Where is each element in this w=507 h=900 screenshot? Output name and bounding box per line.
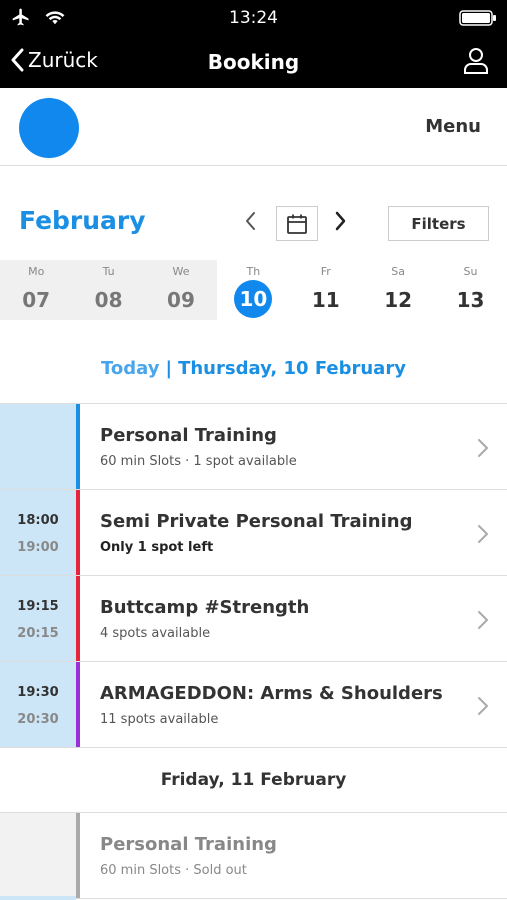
class-time <box>0 404 76 489</box>
calendar-icon <box>287 214 307 234</box>
day-of-week: We <box>172 265 190 278</box>
row-chevron <box>477 524 489 548</box>
day-number: 11 <box>311 288 340 312</box>
day-section-title: Friday, 11 February <box>160 770 347 790</box>
class-time: 19:15 20:15 <box>0 576 76 661</box>
class-time: 18:00 19:00 <box>0 490 76 575</box>
calendar-button[interactable] <box>276 206 318 241</box>
day-number: 09 <box>167 288 195 312</box>
class-name: ARMAGEDDON: Arms & Shoulders <box>100 683 443 704</box>
day-of-week: Th <box>246 265 261 278</box>
menu-button[interactable]: Menu <box>425 116 481 137</box>
day-number: 07 <box>22 288 51 312</box>
week-strip: Mo 07 Tu 08 We 09 Th 10 Fr 11 Sa 12 Su 13 <box>0 260 507 320</box>
date-separator: | <box>165 358 173 379</box>
end-time: 20:30 <box>17 712 59 727</box>
class-color-stripe <box>76 576 80 661</box>
selected-date-header: Today | Thursday, 10 February <box>0 358 507 379</box>
row-chevron <box>477 610 489 634</box>
day-of-week: Mo <box>28 265 45 278</box>
brand-bar: Menu <box>0 88 507 166</box>
day-of-week: Tu <box>102 265 115 278</box>
class-color-stripe <box>76 662 80 747</box>
month-navigation: February Filters <box>0 200 507 246</box>
class-name: Buttcamp #Strength <box>100 597 310 618</box>
class-row[interactable]: 18:00 19:00 Semi Private Personal Training… <box>0 490 507 576</box>
day-we[interactable]: We 09 <box>144 260 218 320</box>
selected-date: Thursday, 10 February <box>178 358 406 379</box>
day-su[interactable]: Su 13 <box>434 260 506 320</box>
day-mo[interactable]: Mo 07 <box>0 260 73 320</box>
start-time: 19:30 <box>17 685 59 700</box>
class-availability: Only 1 spot left <box>100 540 214 555</box>
day-section-header: Friday, 11 February <box>0 748 507 813</box>
nav-bar: Zurück Booking <box>0 36 507 88</box>
next-row-peek <box>0 896 76 900</box>
class-time <box>0 813 76 898</box>
previous-week-button[interactable] <box>243 210 257 236</box>
chevron-right-icon <box>478 697 488 715</box>
start-time: 19:15 <box>17 599 59 614</box>
day-number: 10 <box>234 280 273 318</box>
next-week-button[interactable] <box>334 210 348 236</box>
day-tu[interactable]: Tu 08 <box>72 260 145 320</box>
end-time: 19:00 <box>17 540 59 555</box>
class-availability: 60 min Slots · 1 spot available <box>100 454 297 469</box>
day-number: 12 <box>384 288 413 312</box>
class-row[interactable]: Personal Training 60 min Slots · Sold out <box>0 813 507 899</box>
day-sa[interactable]: Sa 12 <box>362 260 434 320</box>
class-color-stripe <box>76 404 80 489</box>
profile-icon[interactable] <box>463 47 489 79</box>
class-availability: 60 min Slots · Sold out <box>100 863 247 878</box>
row-chevron <box>477 438 489 462</box>
studio-logo[interactable] <box>19 98 79 158</box>
day-of-week: Fr <box>320 265 331 278</box>
chevron-right-icon <box>478 439 488 457</box>
status-time: 13:24 <box>229 8 278 28</box>
end-time: 20:15 <box>17 626 59 641</box>
chevron-right-icon <box>478 611 488 629</box>
month-title: February <box>19 206 146 235</box>
class-availability: 4 spots available <box>100 626 211 641</box>
status-bar: 13:24 <box>0 0 507 36</box>
page-title: Booking <box>207 50 300 74</box>
class-name: Semi Private Personal Training <box>100 511 413 532</box>
class-color-stripe <box>76 813 80 898</box>
class-time: 19:30 20:30 <box>0 662 76 747</box>
chevron-left-icon <box>246 212 255 230</box>
today-label: Today <box>101 358 160 379</box>
class-row[interactable]: 19:15 20:15 Buttcamp #Strength 4 spots avai… <box>0 576 507 662</box>
filters-button[interactable]: Filters <box>388 206 489 241</box>
class-color-stripe <box>76 490 80 575</box>
day-fr[interactable]: Fr 11 <box>290 260 362 320</box>
chevron-right-icon <box>335 211 346 231</box>
chevron-right-icon <box>478 525 488 543</box>
battery-icon <box>459 10 497 30</box>
class-row[interactable]: Personal Training 60 min Slots · 1 spot a… <box>0 404 507 490</box>
day-th[interactable]: Th 10 <box>217 260 289 320</box>
day-number: 13 <box>456 288 485 312</box>
day-number: 08 <box>94 288 123 312</box>
day-of-week: Sa <box>391 265 406 278</box>
class-availability: 11 spots available <box>100 712 219 727</box>
day-of-week: Su <box>463 265 478 278</box>
class-name: Personal Training <box>100 834 277 855</box>
class-name: Personal Training <box>100 425 277 446</box>
class-list: Personal Training 60 min Slots · 1 spot a… <box>0 403 507 899</box>
row-chevron <box>477 696 489 720</box>
class-row[interactable]: 19:30 20:30 ARMAGEDDON: Arms & Shoulders 11… <box>0 662 507 748</box>
start-time: 18:00 <box>17 513 59 528</box>
